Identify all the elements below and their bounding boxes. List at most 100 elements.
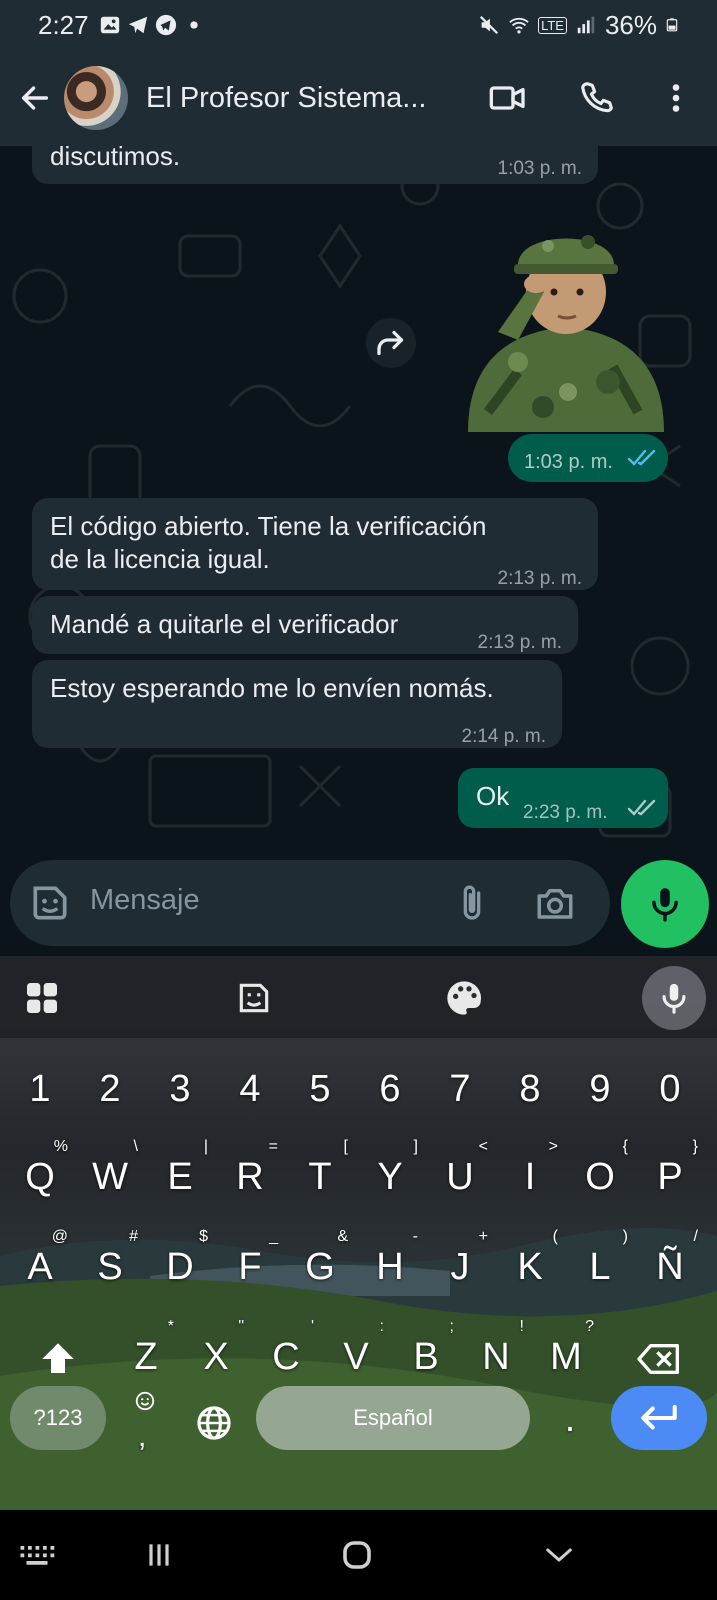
home-icon xyxy=(343,1541,371,1569)
message-bubble-outgoing-sticker-time[interactable]: 1:03 p. m. xyxy=(508,434,668,482)
forward-button[interactable] xyxy=(366,318,416,368)
key-o[interactable]: O{ xyxy=(570,1138,630,1212)
key-x[interactable]: X " xyxy=(186,1318,246,1392)
hide-keyboard-button[interactable] xyxy=(534,1532,584,1578)
key-2[interactable]: 2 xyxy=(80,1054,140,1124)
keyboard-voice-button[interactable] xyxy=(642,966,706,1030)
emoji-comma-key[interactable]: , xyxy=(116,1384,172,1454)
key-8[interactable]: 8 xyxy=(500,1054,560,1124)
key-e[interactable]: E | xyxy=(150,1138,210,1212)
message-bubble-incoming[interactable]: Mandé a quitarle el verificador 2:13 p. … xyxy=(32,596,578,654)
key-v[interactable]: V: xyxy=(326,1318,386,1392)
key-m[interactable]: M? xyxy=(536,1318,596,1392)
message-text: Ok xyxy=(476,781,510,811)
key-n[interactable]: N! xyxy=(466,1318,526,1392)
message-time: 1:03 p. m. xyxy=(524,451,613,473)
microphone-icon xyxy=(662,983,686,1014)
key-1[interactable]: 1 xyxy=(10,1054,70,1124)
enter-key[interactable] xyxy=(611,1386,707,1450)
key-f[interactable]: F _ xyxy=(220,1228,280,1302)
key-6[interactable]: 6 xyxy=(360,1054,420,1124)
voice-call-button[interactable] xyxy=(573,74,621,122)
key-k[interactable]: K( xyxy=(500,1228,560,1302)
recent-apps-icon xyxy=(149,1544,169,1566)
key-h[interactable]: H- xyxy=(360,1228,420,1302)
key-4[interactable]: 4 xyxy=(220,1054,280,1124)
sticker-saluting-soldier[interactable] xyxy=(448,212,684,432)
more-notifications-dot-icon xyxy=(189,21,198,29)
chat-title[interactable]: El Profesor Sistema... xyxy=(146,82,446,115)
message-bubble-incoming[interactable]: El código abierto. Tiene la verificación… xyxy=(32,498,598,590)
key-t[interactable]: T[ xyxy=(290,1138,350,1212)
key-z[interactable]: Z * xyxy=(116,1318,176,1392)
lte-indicator: LTE xyxy=(538,16,567,34)
key-y[interactable]: Y] xyxy=(360,1138,420,1212)
keyboard-theme-button[interactable] xyxy=(436,970,492,1026)
key-r[interactable]: R = xyxy=(220,1138,280,1212)
recent-apps-button[interactable] xyxy=(134,1532,184,1578)
key-c[interactable]: C ' xyxy=(256,1318,316,1392)
attach-icon[interactable] xyxy=(452,882,492,924)
more-options-button[interactable] xyxy=(652,74,700,122)
status-time: 2:27 xyxy=(38,9,89,40)
message-time: 1:03 p. m. xyxy=(497,158,583,179)
mute-icon xyxy=(480,15,499,35)
key-enye[interactable]: Ñ / xyxy=(640,1228,700,1302)
message-text: discutimos. xyxy=(50,146,181,171)
more-vert-icon xyxy=(672,84,680,112)
backspace-key[interactable] xyxy=(626,1322,692,1392)
wifi-icon xyxy=(509,17,529,34)
space-bar[interactable]: Español xyxy=(256,1386,530,1450)
message-input[interactable]: Mensaje xyxy=(90,884,200,917)
message-text-line-1: El código abierto. Tiene la verificación xyxy=(50,511,487,541)
back-button[interactable] xyxy=(12,75,58,121)
chat-area[interactable]: discutimos. 1:03 p. m. 1:03 p. m. El cód… xyxy=(0,146,717,860)
symbols-key[interactable]: ?123 xyxy=(10,1386,106,1450)
language-key[interactable] xyxy=(186,1386,242,1456)
contact-avatar[interactable] xyxy=(64,66,128,130)
message-bubble-incoming[interactable]: discutimos. 1:03 p. m. xyxy=(32,146,598,184)
key-9[interactable]: 9 xyxy=(570,1054,630,1124)
emoji-sticker-icon[interactable] xyxy=(28,881,72,925)
key-p[interactable]: P} xyxy=(640,1138,700,1212)
key-s[interactable]: S # xyxy=(80,1228,140,1302)
keyboard-toolbar xyxy=(0,956,717,1038)
telegram-notification-icon xyxy=(128,16,147,34)
key-w[interactable]: W \ xyxy=(80,1138,140,1212)
message-time: 2:13 p. m. xyxy=(497,568,583,589)
key-7[interactable]: 7 xyxy=(430,1054,490,1124)
key-g[interactable]: G & xyxy=(290,1228,350,1302)
message-text: Mandé a quitarle el verificador xyxy=(50,609,399,639)
message-bubble-outgoing[interactable]: Ok 2:23 p. m. xyxy=(458,768,668,828)
camera-icon[interactable] xyxy=(534,882,576,924)
key-u[interactable]: U < xyxy=(430,1138,490,1212)
key-i[interactable]: I > xyxy=(500,1138,560,1212)
shift-key[interactable] xyxy=(26,1322,90,1392)
key-5[interactable]: 5 xyxy=(290,1054,350,1124)
forward-icon xyxy=(377,330,404,356)
microphone-icon xyxy=(652,888,678,922)
key-3[interactable]: 3 xyxy=(150,1054,210,1124)
key-b[interactable]: B; xyxy=(396,1318,456,1392)
message-text-line-2: de la licencia igual. xyxy=(50,544,270,574)
read-ticks-icon xyxy=(627,449,656,466)
home-button[interactable] xyxy=(332,1532,382,1578)
key-l[interactable]: L) xyxy=(570,1228,630,1302)
key-a[interactable]: A @ xyxy=(10,1228,70,1302)
globe-icon xyxy=(197,1406,231,1440)
period-key[interactable]: . xyxy=(542,1384,598,1454)
chat-header: El Profesor Sistema... xyxy=(0,50,717,146)
battery-icon xyxy=(666,18,678,32)
keyboard-switch-button[interactable] xyxy=(12,1532,62,1578)
video-call-button[interactable] xyxy=(484,74,532,122)
gallery-notification-icon xyxy=(100,16,119,34)
message-bubble-incoming[interactable]: Estoy esperando me lo envíen nomás. 2:14… xyxy=(32,660,562,748)
keyboard-apps-button[interactable] xyxy=(14,970,70,1026)
key-q[interactable]: Q% xyxy=(10,1138,70,1212)
voice-message-button[interactable] xyxy=(621,860,709,948)
key-d[interactable]: D $ xyxy=(150,1228,210,1302)
key-0[interactable]: 0 xyxy=(640,1054,700,1124)
keyboard-sticker-button[interactable] xyxy=(226,970,282,1026)
key-j[interactable]: J + xyxy=(430,1228,490,1302)
phone-icon xyxy=(581,82,613,113)
